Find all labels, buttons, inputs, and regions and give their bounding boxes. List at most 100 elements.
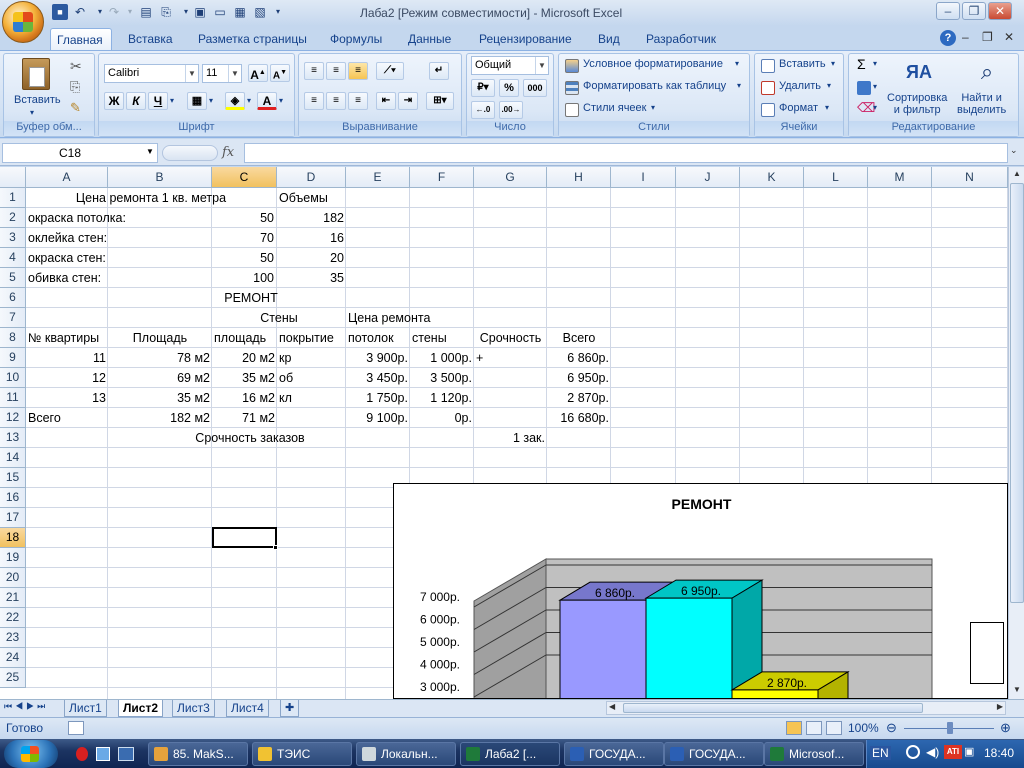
column-header-d[interactable]: D — [277, 167, 346, 188]
cell-styles-dropdown-icon[interactable]: ▾ — [651, 103, 655, 112]
row-header-4[interactable]: 4 — [0, 248, 26, 268]
cell-c11[interactable]: 16 м2 — [212, 388, 277, 408]
restore-button[interactable]: ❐ — [962, 2, 986, 20]
cell-styles-button[interactable]: Стили ячеек — [583, 102, 646, 114]
increase-font-icon[interactable]: A▲ — [248, 64, 268, 82]
row-header-2[interactable]: 2 — [0, 208, 26, 228]
task-item-7[interactable]: Microsof... — [764, 742, 864, 766]
font-size-select[interactable]: 11 ▼ — [202, 64, 242, 83]
row-header-10[interactable]: 10 — [0, 368, 26, 388]
decrease-font-icon[interactable]: A▼ — [270, 64, 290, 82]
cell-d3[interactable]: 16 — [277, 228, 346, 248]
tab-data[interactable]: Данные — [402, 28, 457, 50]
clear-dropdown-icon[interactable]: ▾ — [873, 103, 877, 112]
cell-c8[interactable]: площадь — [212, 328, 277, 348]
autosum-dropdown-icon[interactable]: ▾ — [873, 59, 877, 68]
sheet-qat-icon[interactable]: ▧ — [252, 4, 268, 20]
chart-remont[interactable]: РЕМОНТ 7 000р. 6 000р. 5 000р. 4 000р. 3 000… — [393, 483, 1008, 699]
cell-h10[interactable]: 6 950р. — [547, 368, 611, 388]
row-header-23[interactable]: 23 — [0, 628, 26, 648]
formula-input[interactable] — [244, 143, 1008, 163]
tab-insert[interactable]: Вставка — [122, 28, 179, 50]
insert-dropdown-icon[interactable]: ▾ — [831, 59, 835, 68]
format-as-table-button[interactable]: Форматировать как таблицу — [583, 80, 726, 92]
cell-e10[interactable]: 3 450р. — [346, 368, 410, 388]
cell-b9[interactable]: 78 м2 — [108, 348, 212, 368]
volume-icon[interactable]: ◀) — [926, 745, 939, 759]
formula-bar-splitter[interactable] — [162, 145, 218, 161]
font-name-select[interactable]: Calibri ▼ — [104, 64, 199, 83]
cell-a6-title[interactable]: РЕМОНТ — [26, 288, 476, 308]
zoom-out-icon[interactable]: ⊖ — [886, 720, 897, 736]
column-header-j[interactable]: J — [676, 167, 740, 188]
column-header-g[interactable]: G — [474, 167, 547, 188]
scroll-up-icon[interactable]: ▲ — [1010, 167, 1024, 181]
cell-e9[interactable]: 3 900р. — [346, 348, 410, 368]
font-color-icon[interactable]: A — [257, 92, 277, 110]
tab-formulas[interactable]: Формулы — [324, 28, 388, 50]
increase-indent-icon[interactable]: ⇥ — [398, 92, 418, 110]
task-item-1[interactable]: 85. MakS... — [148, 742, 248, 766]
align-right-icon[interactable]: ≡ — [348, 92, 368, 110]
select-all-button[interactable] — [0, 167, 26, 188]
cell-e12[interactable]: 9 100р. — [346, 408, 410, 428]
delete-dropdown-icon[interactable]: ▾ — [827, 81, 831, 90]
cell-c10[interactable]: 35 м2 — [212, 368, 277, 388]
fill-color-icon[interactable]: ◈ — [225, 92, 245, 110]
scroll-left-icon[interactable]: ◀ — [609, 702, 615, 711]
increase-decimal-icon[interactable]: ←.0 — [471, 101, 495, 119]
undo-icon[interactable]: ↶ — [72, 4, 88, 20]
font-color-dropdown-icon[interactable]: ▾ — [279, 96, 283, 105]
cell-a8[interactable]: № квартиры — [26, 328, 108, 348]
scroll-right-icon[interactable]: ▶ — [997, 702, 1003, 711]
print-preview-icon[interactable]: ▤ — [138, 4, 154, 20]
media-icon[interactable] — [96, 747, 110, 761]
row-header-24[interactable]: 24 — [0, 648, 26, 668]
redo-dropdown-icon[interactable]: ▾ — [122, 4, 138, 20]
wrap-text-icon[interactable]: ↵ — [429, 62, 449, 80]
row-header-5[interactable]: 5 — [0, 268, 26, 288]
row-header-8[interactable]: 8 — [0, 328, 26, 348]
row-header-1[interactable]: 1 — [0, 188, 26, 208]
ribbon-minimize-icon[interactable]: – — [962, 30, 969, 44]
sheet-tab-3[interactable]: Лист3 — [172, 700, 215, 717]
percent-button[interactable]: % — [499, 79, 519, 97]
borders-dropdown-icon[interactable]: ▾ — [209, 96, 213, 105]
cell-g8[interactable]: Срочность — [474, 328, 547, 348]
cell-c2[interactable]: 50 — [212, 208, 276, 228]
row-header-16[interactable]: 16 — [0, 488, 26, 508]
cell-d1[interactable]: Объемы — [277, 188, 345, 208]
column-header-b[interactable]: B — [108, 167, 212, 188]
desktop-icon[interactable] — [118, 747, 134, 761]
autosum-button[interactable]: Σ — [857, 56, 866, 72]
cell-c5[interactable]: 100 — [212, 268, 276, 288]
chart-legend[interactable] — [970, 622, 1004, 684]
sheet-tab-2[interactable]: Лист2 — [118, 700, 164, 717]
cell-c3[interactable]: 70 — [212, 228, 276, 248]
border-qat-icon[interactable]: ▭ — [212, 4, 228, 20]
ribbon-restore-icon[interactable]: ❐ — [982, 30, 993, 44]
cell-e8[interactable]: потолок — [346, 328, 410, 348]
opera-icon[interactable] — [76, 747, 88, 761]
horizontal-scrollbar[interactable]: ◀ ▶ — [606, 701, 1006, 715]
cell-a9[interactable]: 11 — [26, 348, 108, 368]
close-button[interactable]: ✕ — [988, 2, 1012, 20]
underline-button[interactable]: Ч — [148, 92, 168, 110]
insert-cells-button[interactable]: Вставить — [779, 58, 826, 70]
cell-a11[interactable]: 13 — [26, 388, 108, 408]
decrease-decimal-icon[interactable]: .00→ — [499, 101, 523, 119]
paste-button[interactable]: Вставить — [14, 94, 61, 106]
tray-extra-icon[interactable]: ▣ — [964, 745, 974, 758]
tab-page-layout[interactable]: Разметка страницы — [192, 28, 313, 50]
conditional-format-button[interactable]: Условное форматирование — [583, 58, 723, 70]
expand-formula-bar-icon[interactable]: ⌄ — [1010, 145, 1018, 156]
fill-color-dropdown-icon[interactable]: ▾ — [247, 96, 251, 105]
cell-h9[interactable]: 6 860р. — [547, 348, 611, 368]
cell-a1[interactable]: Цена ремонта 1 кв. метра — [26, 188, 276, 208]
tab-view[interactable]: Вид — [592, 28, 626, 50]
format-painter-icon[interactable]: ✎ — [70, 100, 81, 116]
row-header-11[interactable]: 11 — [0, 388, 26, 408]
format-dropdown-icon[interactable]: ▾ — [825, 103, 829, 112]
align-center-icon[interactable]: ≡ — [326, 92, 346, 110]
fill-dropdown-icon[interactable]: ▾ — [873, 82, 877, 91]
